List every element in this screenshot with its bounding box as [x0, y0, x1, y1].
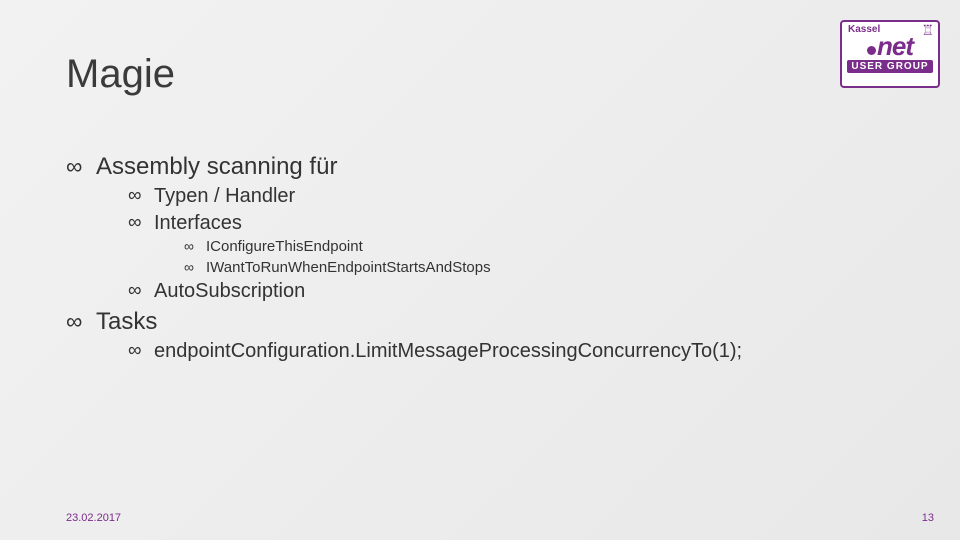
logo-dot-icon [867, 46, 876, 55]
bullet-text: Assembly scanning für [96, 153, 337, 180]
bullet-text: Interfaces [154, 212, 242, 234]
bullet-interfaces: Interfaces IConfigureThisEndpoint IWantT… [128, 210, 900, 278]
footer-page-number: 13 [922, 512, 934, 524]
logo-top-text: Kassel [848, 24, 880, 35]
bullet-assembly: Assembly scanning für Typen / Handler In… [66, 151, 900, 305]
logo-mid-row: net [867, 33, 913, 59]
footer-date: 23.02.2017 [66, 512, 121, 524]
slide-title: Magie [66, 52, 175, 97]
bullet-tasks: Tasks endpointConfiguration.LimitMessage… [66, 306, 900, 365]
bullet-text: Tasks [96, 308, 157, 335]
slide-content: Assembly scanning für Typen / Handler In… [66, 150, 900, 365]
bullet-iwant: IWantToRunWhenEndpointStartsAndStops [184, 258, 900, 278]
slide: Kassel net USER GROUP ♖ Magie Assembly s… [0, 0, 960, 540]
bullet-typen: Typen / Handler [128, 183, 900, 210]
bullet-autosub: AutoSubscription [128, 278, 900, 305]
logo-bottom-text: USER GROUP [847, 60, 932, 73]
bullet-iconfigure: IConfigureThisEndpoint [184, 237, 900, 257]
logo-mid-text: net [877, 33, 913, 59]
bullet-endpoint: endpointConfiguration.LimitMessageProces… [128, 338, 900, 365]
castle-icon: ♖ [921, 22, 934, 39]
